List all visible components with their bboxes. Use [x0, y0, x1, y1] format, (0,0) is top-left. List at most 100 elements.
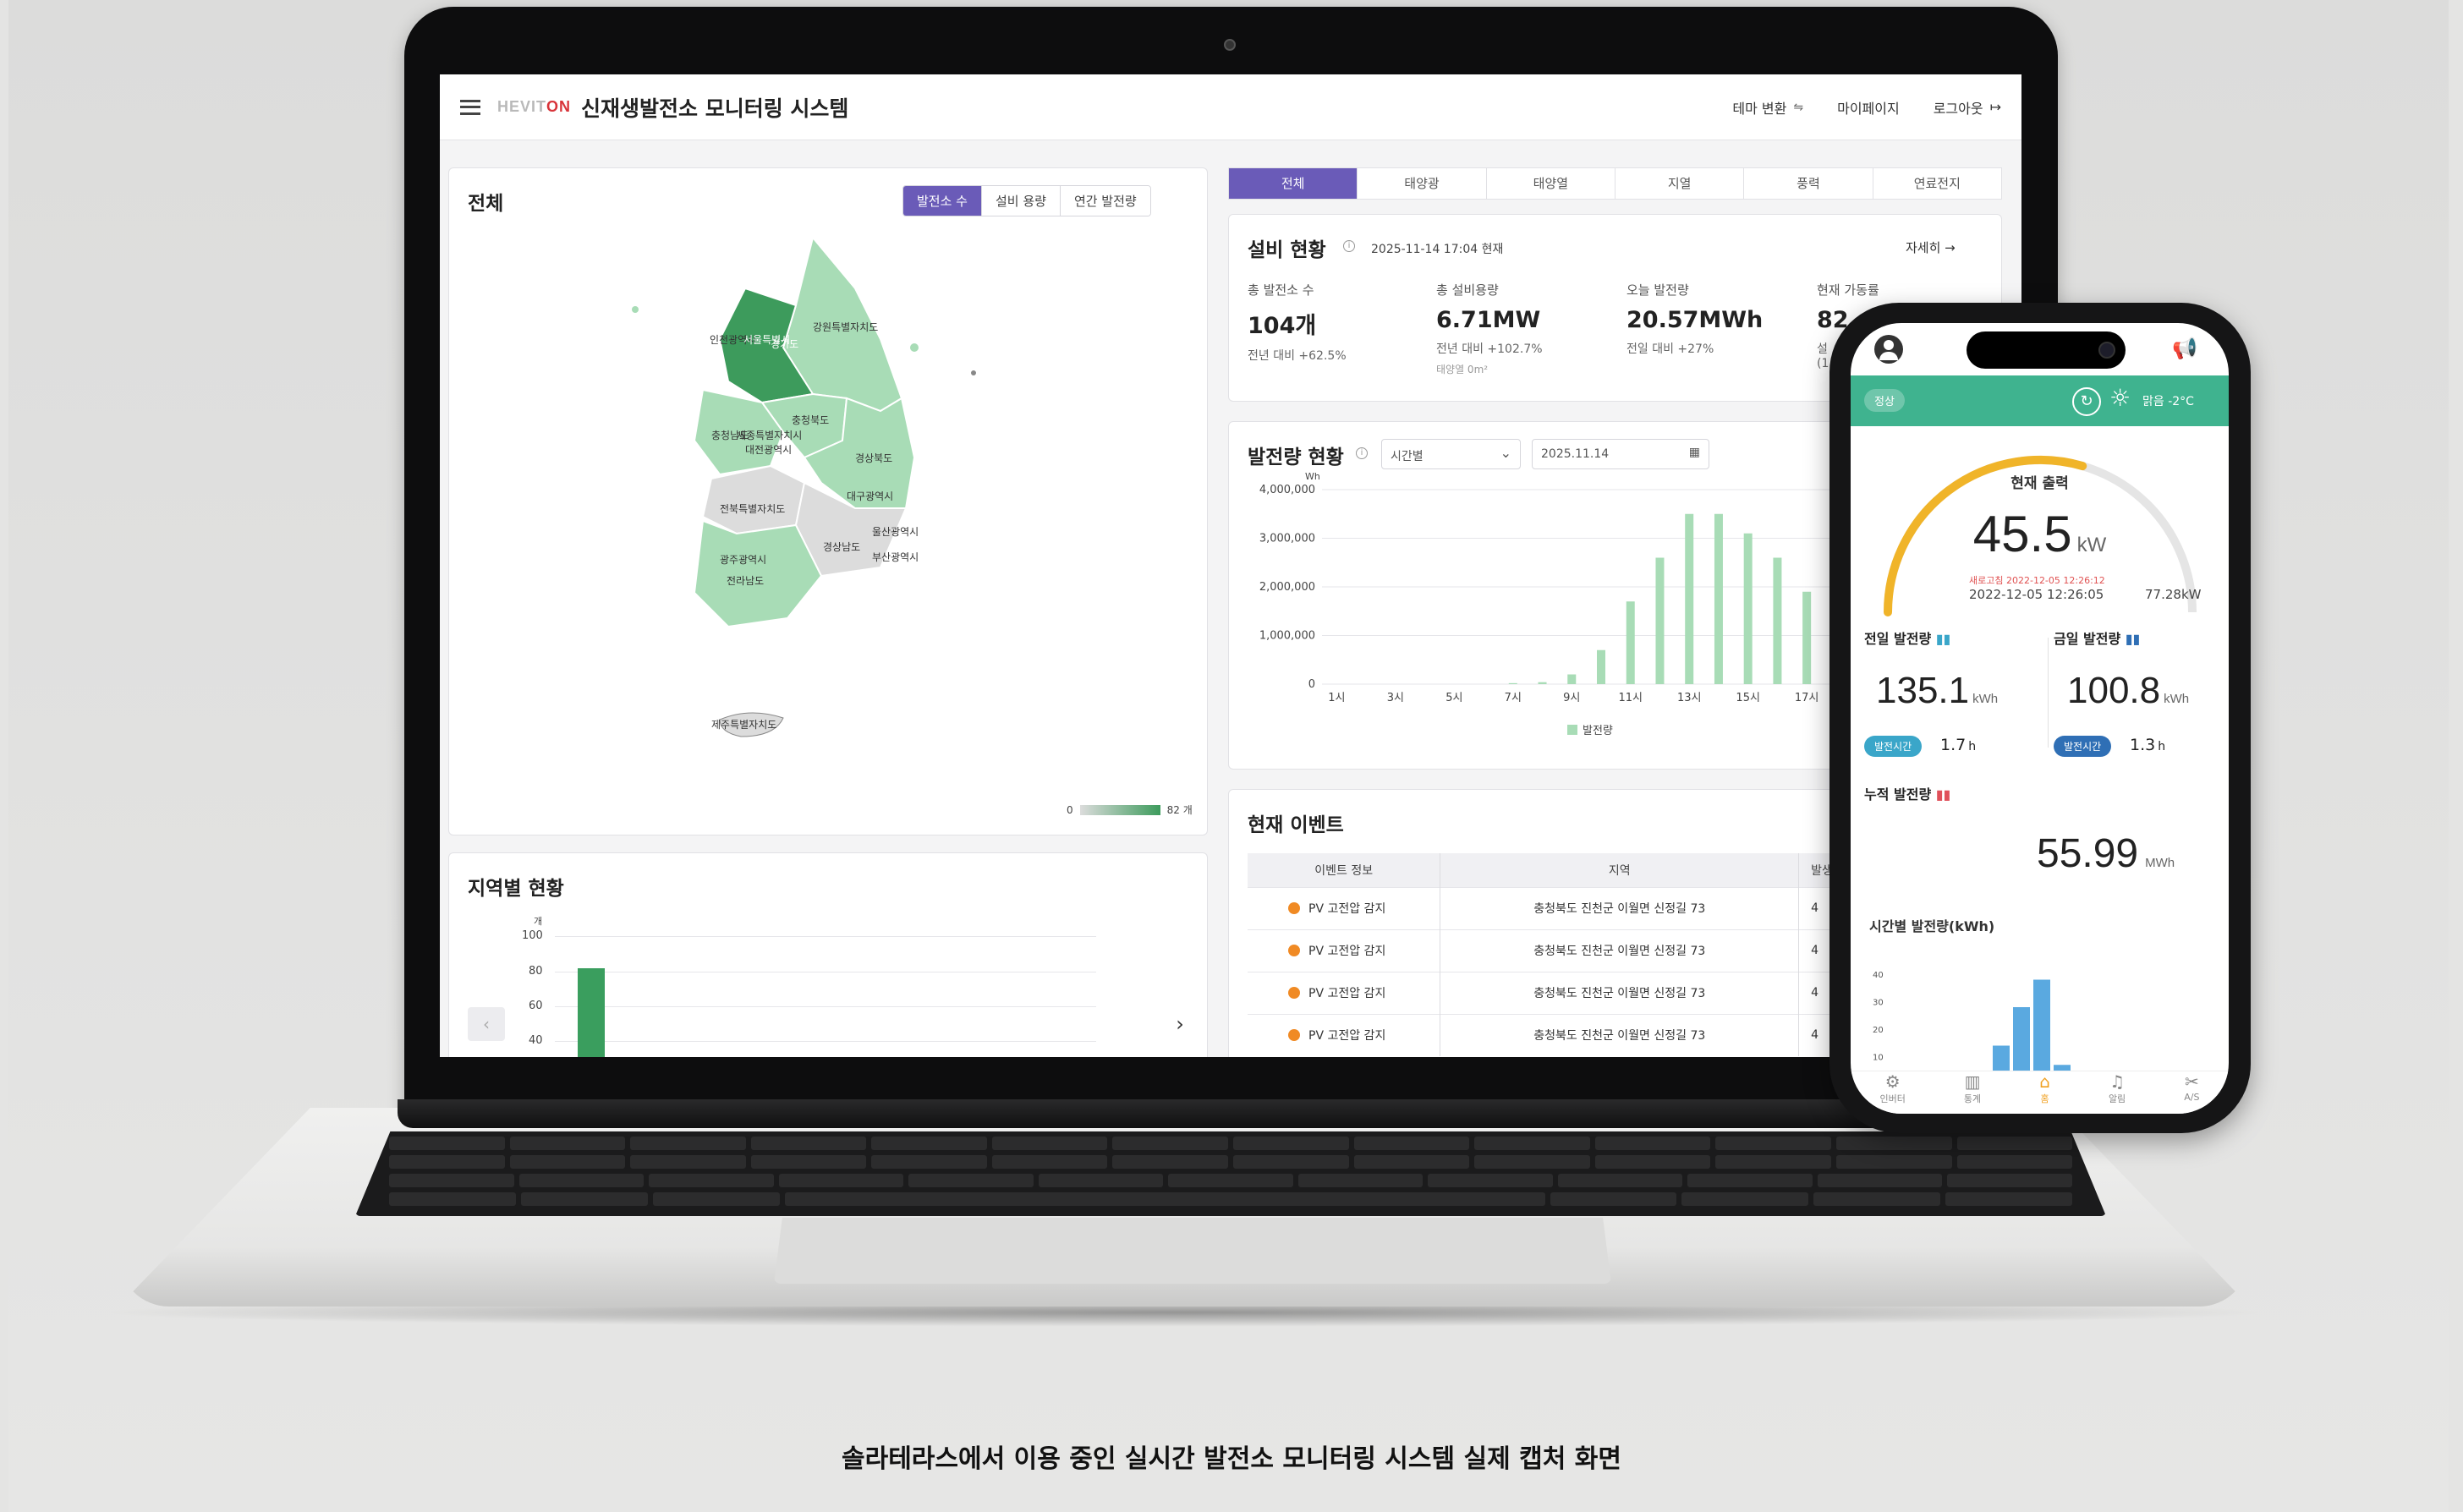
profile-icon[interactable]: [1874, 335, 1903, 364]
chart-bar: [1773, 557, 1782, 684]
hourly-tick-label: 20: [1873, 1026, 1884, 1035]
x-tick-label: 1시: [1328, 692, 1345, 704]
map-label-gyeonggi: 경기도: [771, 338, 798, 350]
theme-icon: ⇋: [1793, 100, 1804, 114]
y-tick-label: 3,000,000: [1259, 533, 1315, 545]
map-label-ulsan: 울산광역시: [872, 526, 919, 538]
chart-bar: [1802, 591, 1812, 684]
weather-text: 맑음 -2°C: [2142, 395, 2194, 408]
region-unit: 개: [534, 916, 543, 927]
megaphone-icon[interactable]: 📢: [2172, 337, 2197, 360]
y-tick-label: 4,000,000: [1259, 484, 1315, 496]
x-tick-label: 11시: [1618, 692, 1643, 704]
trackpad: [774, 1218, 1611, 1284]
col-region: 지역: [1440, 853, 1800, 887]
map-label-gangwon: 강원특별자치도: [813, 321, 878, 333]
laptop-hinge: [398, 1099, 2068, 1128]
chart-bar: [1626, 601, 1635, 684]
inverter-icon: ⚙: [1884, 1071, 1901, 1092]
region-tick-40: 40: [529, 1034, 543, 1047]
front-camera: [2098, 342, 2115, 359]
map-label-gyeongnam: 경상남도: [823, 541, 860, 553]
hourly-tick-label: 40: [1873, 971, 1884, 980]
yesterday-value: 135.1 kWh: [1876, 670, 1999, 711]
x-tick-label: 15시: [1736, 692, 1760, 704]
legend-max: 82 개: [1166, 804, 1193, 816]
gauge-value: 45.5 kW: [1972, 506, 2107, 562]
today-label: 금일 발전량 ▮▮: [2054, 631, 2141, 647]
facility-title: 설비 현황: [1248, 239, 1326, 261]
nav-alerts[interactable]: ♫ 알림: [2109, 1071, 2126, 1114]
tab-all[interactable]: 전체: [1229, 168, 1358, 199]
map-label-chungbuk: 충청북도: [792, 414, 829, 426]
warning-dot-icon: [1288, 1029, 1300, 1042]
refresh-icon[interactable]: ↻: [2072, 387, 2101, 416]
nav-stats[interactable]: ▥ 통계: [1964, 1071, 1981, 1114]
warning-dot-icon: [1288, 945, 1300, 956]
nav-home[interactable]: ⌂ 홈: [2039, 1071, 2050, 1114]
logo[interactable]: HEVITON: [497, 98, 571, 116]
col-event-info: 이벤트 정보: [1248, 853, 1441, 887]
chart-bar: [1655, 557, 1665, 684]
warning-dot-icon: [1288, 902, 1300, 914]
date-picker[interactable]: 2025.11.14 ▦: [1532, 439, 1709, 469]
map-panel: 전체 발전소 수 설비 용량 연간 발전량 강원특별자치도 인천광역시 서울특별…: [448, 167, 1208, 835]
info-icon: i: [1343, 240, 1355, 252]
logout-icon: ↦: [1989, 99, 2001, 115]
segment-annual-generation[interactable]: 연간 발전량: [1059, 186, 1150, 216]
chart-bar: [1685, 513, 1694, 684]
webcam: [1224, 39, 1236, 51]
map-label-jeju: 제주특별자치도: [711, 719, 776, 731]
yesterday-hours: 1.7 h: [1940, 736, 1977, 754]
hourly-bar: [2033, 979, 2050, 1084]
segment-plant-count[interactable]: 발전소 수: [903, 186, 981, 216]
cumulative-value: 55.99 MWh: [2037, 831, 2175, 876]
chevron-right-icon: ›: [1176, 1012, 1184, 1036]
legend-label: 발전량: [1583, 725, 1613, 737]
yesterday-label: 전일 발전량 ▮▮: [1864, 631, 1951, 647]
status-badge: 정상: [1864, 389, 1905, 412]
cumulative-label: 누적 발전량 ▮▮: [1864, 786, 1951, 803]
region-panel-title: 지역별 현황: [468, 878, 564, 900]
caption: 솔라테라스에서 이용 중인 실시간 발전소 모니터링 시스템 실제 캡처 화면: [842, 1444, 1621, 1474]
nav-as[interactable]: ✂ A/S: [2184, 1071, 2199, 1114]
period-select[interactable]: 시간별 ⌄: [1381, 439, 1521, 469]
gauge-max: 77.28kW: [2145, 587, 2202, 602]
phone-stat-divider: [2048, 638, 2049, 748]
tab-fuel-cell[interactable]: 연료전지: [1872, 168, 2001, 199]
tab-wind[interactable]: 풍력: [1743, 168, 1872, 199]
map-label-jeonnam: 전라남도: [727, 575, 764, 587]
gauge-time: 2022-12-05 12:26:05: [1969, 587, 2104, 602]
info-icon: i: [1356, 447, 1368, 459]
region-next-button[interactable]: ›: [1161, 1007, 1199, 1041]
region-prev-button[interactable]: ‹: [468, 1007, 505, 1041]
hourly-title: 시간별 발전량(kWh): [1869, 918, 1995, 934]
map-label-gyeongbuk: 경상북도: [855, 452, 892, 464]
tab-geothermal[interactable]: 지열: [1614, 168, 1743, 199]
tools-icon: ✂: [2184, 1071, 2199, 1092]
mypage-link[interactable]: 마이페이지: [1837, 97, 1900, 118]
keyboard: [355, 1131, 2106, 1216]
laptop-screen: HEVITON 신재생발전소 모니터링 시스템 테마 변환 ⇋ 마이페이지 로그아…: [440, 74, 2021, 1057]
tab-solar-pv[interactable]: 태양광: [1357, 168, 1485, 199]
hourly-tick-label: 30: [1873, 999, 1884, 1008]
region-jeonnam: [693, 519, 823, 628]
y-unit-label: Wh: [1305, 473, 1320, 482]
chart-bar: [1743, 533, 1753, 684]
theme-toggle-button[interactable]: 테마 변환 ⇋: [1732, 97, 1803, 118]
stat-total-capacity: 총 설비용량 6.71MW 전년 대비 +102.7% 태양열 0m²: [1436, 282, 1543, 375]
nav-inverter[interactable]: ⚙ 인버터: [1880, 1071, 1906, 1114]
today-hours-badge: 발전시간: [2054, 736, 2112, 757]
menu-icon[interactable]: [460, 99, 480, 115]
facility-detail-link[interactable]: 자세히 →: [1906, 238, 1956, 256]
app-title: 신재생발전소 모니터링 시스템: [581, 96, 849, 121]
x-tick-label: 5시: [1445, 692, 1462, 704]
tab-solar-thermal[interactable]: 태양열: [1485, 168, 1615, 199]
chart-bar: [1714, 513, 1723, 684]
map-label-daegu: 대구광역시: [847, 490, 893, 502]
segment-capacity[interactable]: 설비 용량: [980, 186, 1060, 216]
bar-chart-icon: ▮▮: [1935, 631, 1951, 647]
region-tick-60: 60: [529, 1000, 543, 1012]
home-icon: ⌂: [2039, 1071, 2050, 1092]
logout-button[interactable]: 로그아웃 ↦: [1934, 97, 2001, 118]
